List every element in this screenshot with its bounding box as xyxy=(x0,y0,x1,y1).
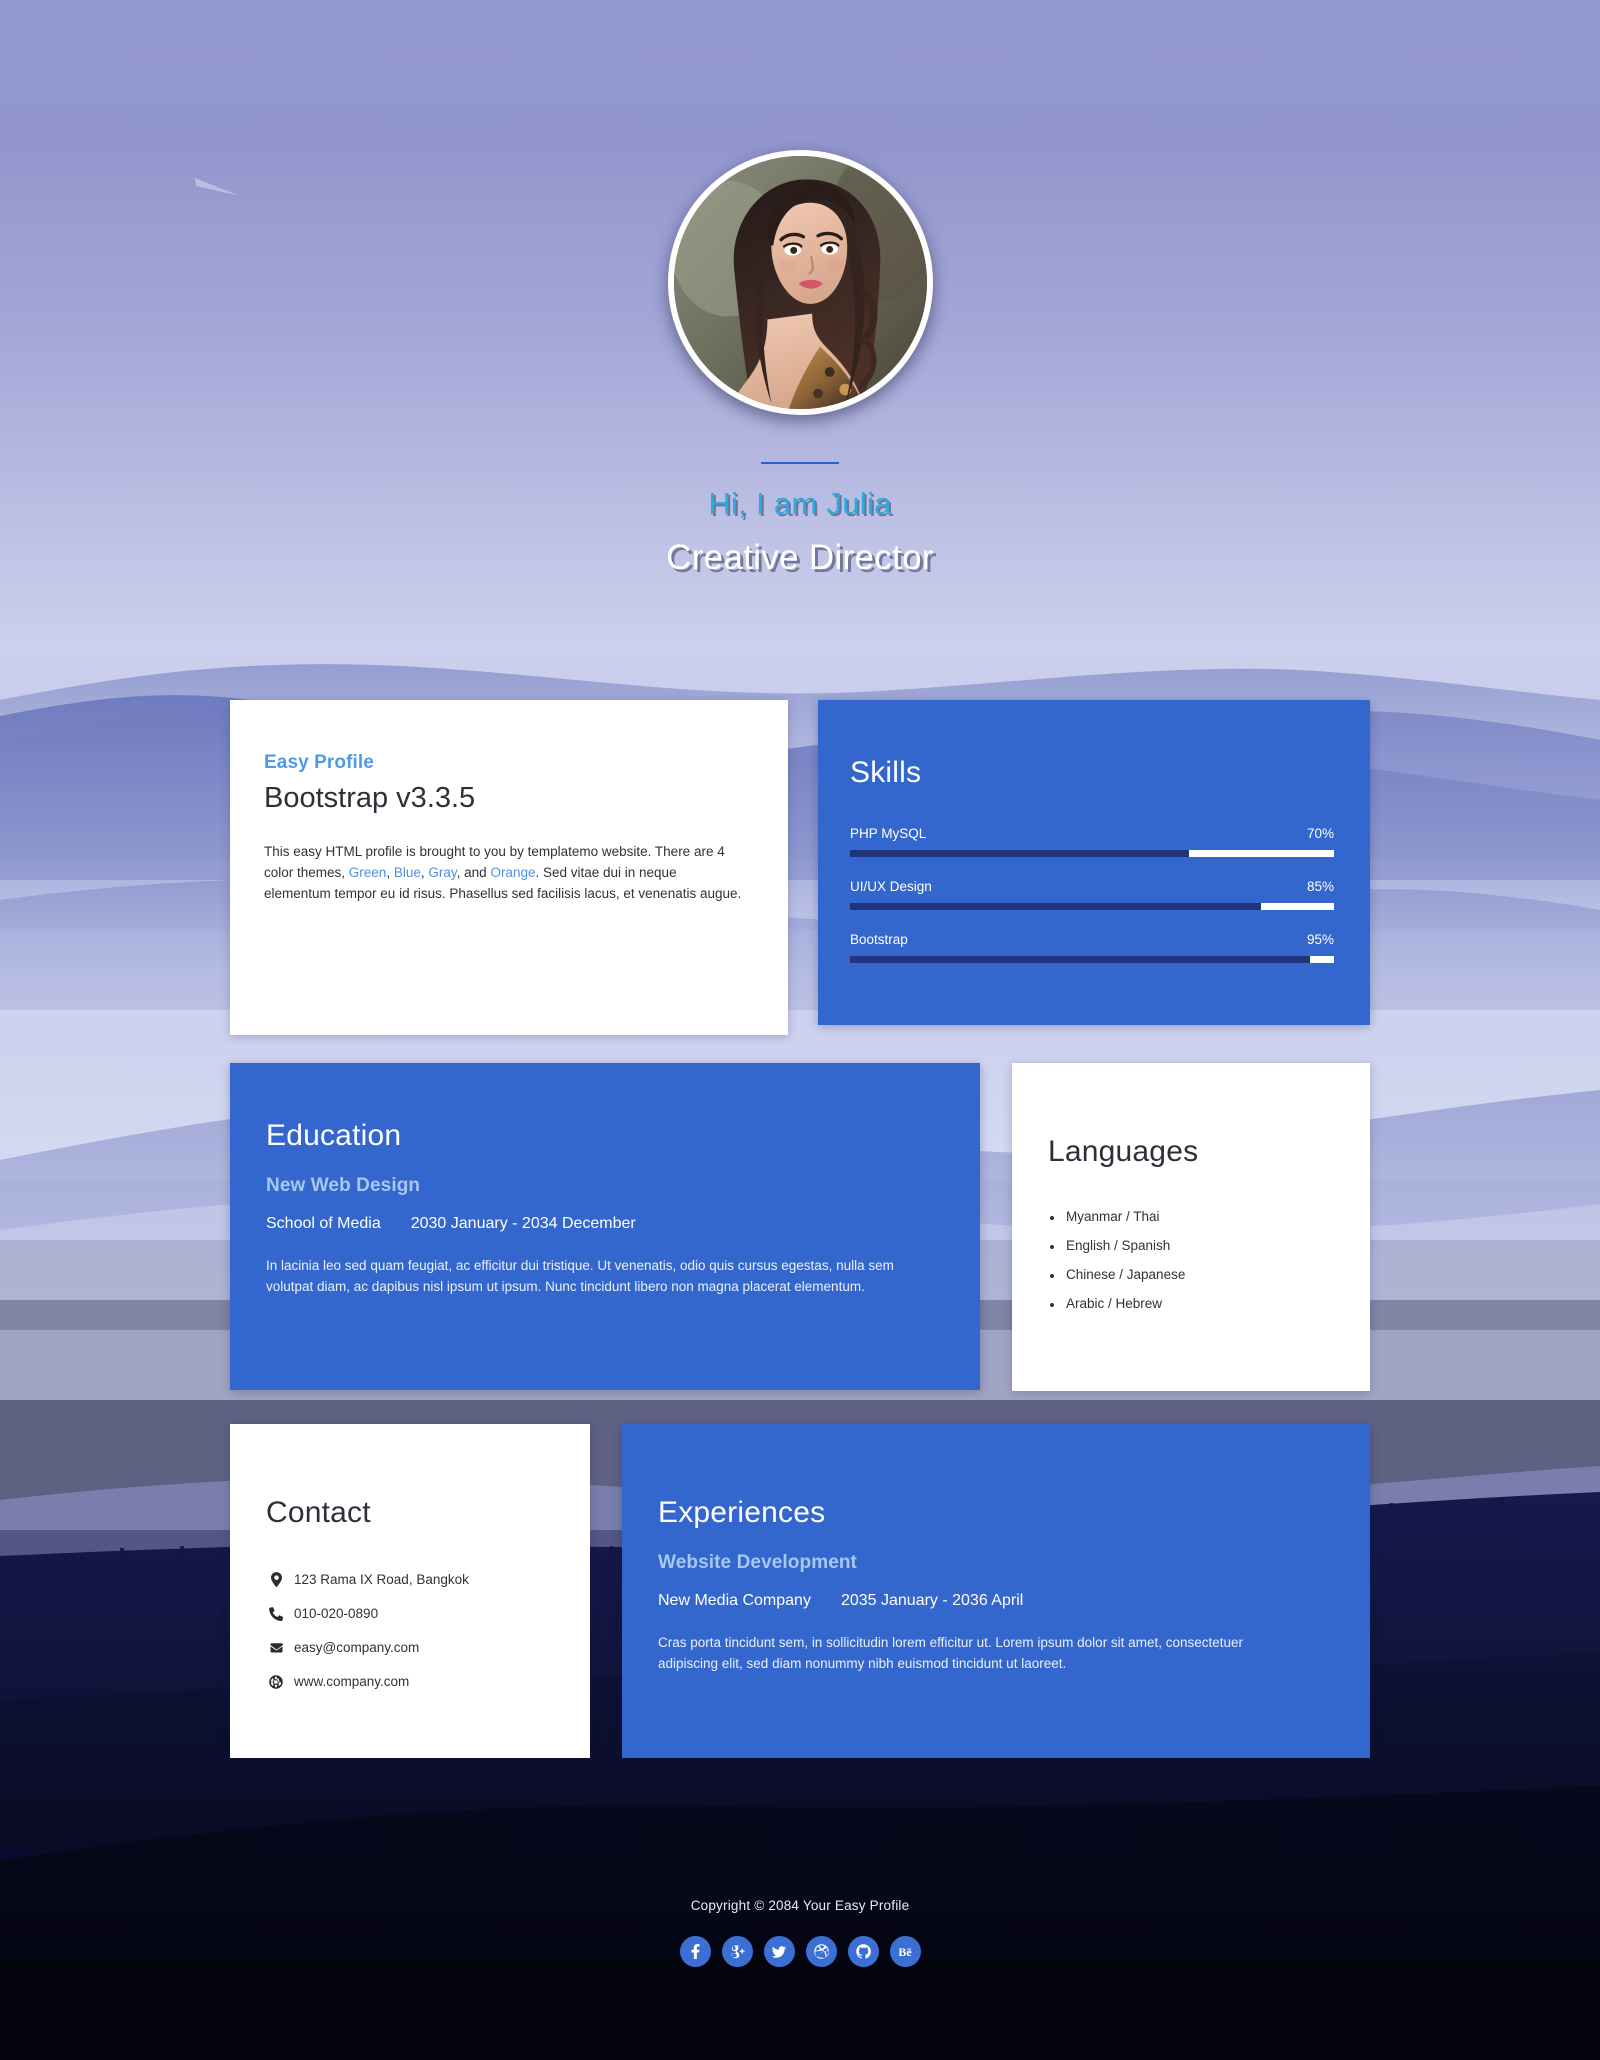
skill-header: UI/UX Design 85% xyxy=(850,879,1334,894)
google-plus-icon[interactable] xyxy=(721,1936,753,1967)
dribbble-icon[interactable] xyxy=(805,1936,837,1967)
experiences-description: Cras porta tincidunt sem, in sollicitudi… xyxy=(658,1635,1243,1671)
map-marker-icon xyxy=(266,1572,286,1587)
behance-glyph: Bē xyxy=(898,1944,912,1959)
language-list-item: Myanmar / Thai xyxy=(1048,1209,1340,1224)
skill-header: PHP MySQL 70% xyxy=(850,826,1334,841)
experiences-period: 2035 January - 2036 April xyxy=(840,1592,1024,1609)
avatar xyxy=(667,150,933,415)
skill-percent-label: 95% xyxy=(1306,932,1334,947)
skill-row: PHP MySQL 70% xyxy=(850,826,1334,857)
experiences-meta: New Media Company 2035 January - 2036 Apr… xyxy=(658,1592,1334,1610)
language-list-item: Arabic / Hebrew xyxy=(1048,1296,1340,1311)
avatar-portrait-illustration xyxy=(673,156,927,409)
languages-card: Languages Myanmar / Thai English / Spanis… xyxy=(1012,1063,1370,1391)
contact-card: Contact 123 Rama IX Road, Bangkok 010-020… xyxy=(230,1424,590,1758)
easy-profile-card: Easy Profile Bootstrap v3.3.5 This easy … xyxy=(230,700,788,1035)
language-list-item: Chinese / Japanese xyxy=(1048,1267,1340,1282)
experiences-card: Experiences Website Development New Medi… xyxy=(622,1424,1370,1758)
languages-list: Myanmar / Thai English / Spanish Chinese /… xyxy=(1048,1209,1340,1311)
skill-label: Bootstrap xyxy=(850,932,908,947)
profile-card-description: This easy HTML profile is brought to you… xyxy=(264,841,742,904)
education-subtitle: New Web Design xyxy=(266,1175,421,1196)
envelope-icon xyxy=(266,1642,286,1654)
skill-progress-fill xyxy=(850,850,1189,857)
hero-divider xyxy=(761,462,839,464)
skill-label: PHP MySQL xyxy=(850,826,927,841)
education-meta: School of Media 2030 January - 2034 Decem… xyxy=(266,1215,944,1233)
skill-row: UI/UX Design 85% xyxy=(850,879,1334,910)
contact-text: 010-020-0890 xyxy=(294,1606,379,1621)
contact-card-title: Contact xyxy=(266,1496,371,1529)
education-card: Education New Web Design School of Media… xyxy=(230,1063,980,1390)
skill-header: Bootstrap 95% xyxy=(850,932,1334,947)
skill-progress-track xyxy=(850,850,1334,857)
contact-list-item[interactable]: easy@company.com xyxy=(266,1640,566,1655)
profile-card-title: Bootstrap v3.3.5 xyxy=(264,782,476,814)
contact-list-item[interactable]: www.company.com xyxy=(266,1674,566,1689)
skill-row: Bootstrap 95% xyxy=(850,932,1334,963)
globe-icon xyxy=(266,1674,286,1689)
skill-label: UI/UX Design xyxy=(850,879,932,894)
education-description: In lacinia leo sed quam feugiat, ac effi… xyxy=(266,1258,894,1294)
profile-page: Hi, I am Julia Creative Director Easy Pr… xyxy=(0,0,1600,2060)
footer: Copyright © 2084 Your Easy Profile Bē xyxy=(0,1898,1600,1967)
copyright-text: Copyright © 2084 Your Easy Profile xyxy=(690,1898,910,1913)
skills-card: Skills PHP MySQL 70% UI/UX Design 85% Bootst… xyxy=(818,700,1370,1025)
description-text: , and xyxy=(456,865,491,880)
skill-progress-fill xyxy=(850,956,1310,963)
contact-text: easy@company.com xyxy=(294,1640,420,1655)
theme-link[interactable]: Blue xyxy=(394,865,421,880)
language-list-item: English / Spanish xyxy=(1048,1238,1340,1253)
skill-progress-track xyxy=(850,903,1334,910)
theme-link[interactable]: Orange xyxy=(490,865,535,880)
contact-text: 123 Rama IX Road, Bangkok xyxy=(294,1572,469,1587)
theme-link[interactable]: Gray xyxy=(428,865,456,880)
hero-section: Hi, I am Julia Creative Director xyxy=(0,0,1600,578)
languages-card-title: Languages xyxy=(1048,1135,1199,1168)
hero-name: Hi, I am Julia xyxy=(708,486,892,521)
experiences-company: New Media Company xyxy=(658,1592,811,1609)
hero-role: Creative Director xyxy=(666,538,934,577)
education-period: 2030 January - 2034 December xyxy=(410,1215,636,1232)
theme-link[interactable]: Green xyxy=(349,865,387,880)
contact-list-item[interactable]: 123 Rama IX Road, Bangkok xyxy=(266,1572,566,1587)
skills-list: PHP MySQL 70% UI/UX Design 85% Bootstrap 95% xyxy=(850,826,1334,963)
profile-card-eyebrow: Easy Profile xyxy=(264,752,374,773)
education-institution: School of Media xyxy=(266,1215,381,1232)
behance-icon[interactable]: Bē xyxy=(889,1936,921,1967)
contact-list-item[interactable]: 010-020-0890 xyxy=(266,1606,566,1621)
experiences-subtitle: Website Development xyxy=(658,1552,857,1573)
skills-card-title: Skills xyxy=(850,756,922,789)
contact-list: 123 Rama IX Road, Bangkok 010-020-0890 eas… xyxy=(266,1572,566,1689)
description-text: , xyxy=(386,865,394,880)
skill-progress-fill xyxy=(850,903,1262,910)
experiences-card-title: Experiences xyxy=(658,1496,826,1529)
skill-percent-label: 70% xyxy=(1306,826,1334,841)
phone-icon xyxy=(266,1606,286,1621)
twitter-icon[interactable] xyxy=(763,1936,795,1967)
education-card-title: Education xyxy=(266,1119,402,1152)
avatar-photo xyxy=(673,156,927,409)
skill-percent-label: 85% xyxy=(1306,879,1334,894)
skill-progress-track xyxy=(850,956,1334,963)
facebook-icon[interactable] xyxy=(679,1936,711,1967)
github-icon[interactable] xyxy=(847,1936,879,1967)
contact-text: www.company.com xyxy=(294,1674,410,1689)
social-links: Bē xyxy=(0,1936,1600,1967)
